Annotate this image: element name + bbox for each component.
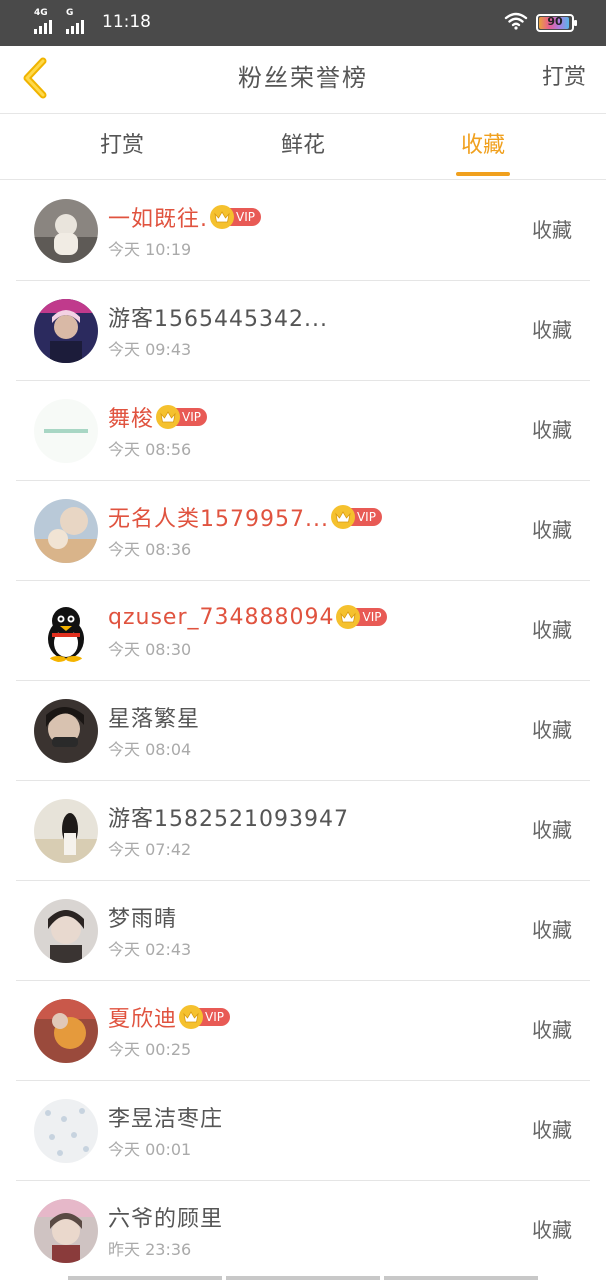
username-line: 梦雨晴: [108, 901, 177, 933]
timestamp: 今天 02:43: [108, 940, 192, 959]
timestamp: 昨天 23:36: [108, 1240, 192, 1259]
timestamp: 今天 07:42: [108, 840, 192, 859]
vip-badge: VIP: [330, 505, 382, 529]
list-item[interactable]: 星落繁星今天 08:04 收藏: [0, 681, 606, 781]
tab-flowers[interactable]: 鲜花: [243, 114, 363, 180]
timestamp: 今天 08:04: [108, 740, 192, 759]
timestamp: 今天 08:30: [108, 640, 192, 659]
username-line: 舞梭 VIP: [108, 401, 207, 433]
timestamp: 今天 00:01: [108, 1140, 192, 1159]
list-item[interactable]: qzuser_734888094 VIP 今天 08:30 收藏: [0, 581, 606, 681]
timestamp: 今天 09:43: [108, 340, 192, 359]
list-item[interactable]: 梦雨晴今天 02:43 收藏: [0, 881, 606, 981]
action-label: 收藏: [532, 218, 572, 242]
active-tab-indicator: [456, 172, 510, 176]
vip-badge: VIP: [210, 205, 261, 229]
crown-icon: [156, 405, 181, 429]
list-item[interactable]: 一如既往. VIP 今天 10:19 收藏: [0, 181, 606, 281]
battery-icon: 90: [536, 14, 577, 32]
username: 游客1565445342...: [108, 307, 328, 332]
timestamp: 今天 10:19: [108, 240, 192, 259]
action-label: 收藏: [532, 318, 572, 342]
username-line: 六爷的顾里: [108, 1201, 223, 1233]
list-item[interactable]: 夏欣迪 VIP 今天 00:25 收藏: [0, 981, 606, 1081]
vip-badge: VIP: [156, 405, 207, 429]
network-type-label-2: G: [66, 8, 74, 18]
signal-g-icon: G: [66, 8, 94, 34]
timestamp: 今天 08:36: [108, 540, 192, 559]
page-title: 粉丝荣誉榜: [238, 64, 368, 92]
username-line: qzuser_734888094 VIP: [108, 601, 388, 633]
list-item[interactable]: 无名人类1579957... VIP 今天 08:36 收藏: [0, 481, 606, 581]
action-label: 收藏: [532, 718, 572, 742]
tab-reward[interactable]: 打赏: [62, 114, 182, 180]
status-right: 90: [504, 12, 577, 34]
avatar[interactable]: [34, 299, 98, 363]
network-type-label: 4G: [34, 8, 48, 18]
battery-level: 90: [547, 15, 563, 28]
signal-4g-icon: 4G: [34, 8, 62, 34]
fan-list: 一如既往. VIP 今天 10:19 收藏 游客1565445342... 今天 09:4…: [0, 181, 606, 1280]
timestamp: 今天 00:25: [108, 1040, 192, 1059]
tab-bar: 打赏 鲜花 收藏: [0, 114, 606, 180]
status-bar: 4G G 11:18 90: [0, 0, 606, 46]
vip-badge: VIP: [336, 605, 388, 629]
action-label: 收藏: [532, 918, 572, 942]
list-item[interactable]: 舞梭 VIP 今天 08:56 收藏: [0, 381, 606, 481]
status-left: 4G G 11:18: [34, 8, 151, 34]
action-label: 收藏: [532, 1018, 572, 1042]
action-label: 收藏: [532, 1218, 572, 1242]
action-label: 收藏: [532, 618, 572, 642]
list-item[interactable]: 李昱洁枣庄今天 00:01 收藏: [0, 1081, 606, 1181]
navigation-bar: 粉丝荣誉榜 打赏: [0, 46, 606, 114]
tab-favorites-label: 收藏: [460, 133, 505, 158]
list-item[interactable]: 游客1565445342... 今天 09:43 收藏: [0, 281, 606, 381]
vip-badge: VIP: [179, 1005, 230, 1029]
username-line: 无名人类1579957... VIP: [108, 501, 382, 533]
username: 舞梭: [108, 407, 155, 432]
action-label: 收藏: [532, 1118, 572, 1142]
action-label: 收藏: [532, 518, 572, 542]
clock: 11:18: [102, 12, 151, 32]
username-line: 夏欣迪 VIP: [108, 1001, 230, 1033]
username-line: 一如既往. VIP: [108, 201, 261, 233]
action-label: 收藏: [532, 418, 572, 442]
username: 无名人类1579957...: [108, 507, 329, 532]
avatar[interactable]: [34, 499, 98, 563]
avatar[interactable]: [34, 399, 98, 463]
username: 游客1582521093947: [108, 807, 349, 832]
username: 梦雨晴: [108, 907, 178, 932]
username-line: 李昱洁枣庄: [108, 1101, 223, 1133]
username: 星落繁星: [108, 707, 201, 732]
crown-icon: [210, 205, 234, 229]
bottom-scroll-indicator: [68, 1276, 538, 1280]
avatar[interactable]: [34, 699, 98, 763]
avatar[interactable]: [34, 999, 98, 1063]
crown-icon: [330, 505, 355, 529]
avatar[interactable]: [34, 599, 98, 663]
wifi-icon: [504, 12, 528, 34]
action-label: 收藏: [532, 818, 572, 842]
username-line: 游客1565445342...: [108, 301, 328, 333]
username: 一如既往.: [108, 207, 208, 232]
avatar[interactable]: [34, 1099, 98, 1163]
avatar[interactable]: [34, 899, 98, 963]
username-line: 游客1582521093947: [108, 801, 349, 833]
list-item[interactable]: 游客1582521093947 今天 07:42 收藏: [0, 781, 606, 881]
username: 李昱洁枣庄: [108, 1107, 224, 1132]
username: 六爷的顾里: [108, 1207, 224, 1232]
username: qzuser_734888094: [108, 604, 335, 630]
avatar[interactable]: [34, 799, 98, 863]
crown-icon: [179, 1005, 204, 1029]
list-item[interactable]: 六爷的顾里昨天 23:36 收藏: [0, 1181, 606, 1280]
avatar[interactable]: [34, 199, 98, 263]
tab-favorites[interactable]: 收藏: [423, 114, 543, 180]
avatar[interactable]: [34, 1199, 98, 1263]
username: 夏欣迪: [108, 1007, 178, 1032]
reward-button[interactable]: 打赏: [542, 46, 586, 114]
username-line: 星落繁星: [108, 701, 200, 733]
timestamp: 今天 08:56: [108, 440, 192, 459]
